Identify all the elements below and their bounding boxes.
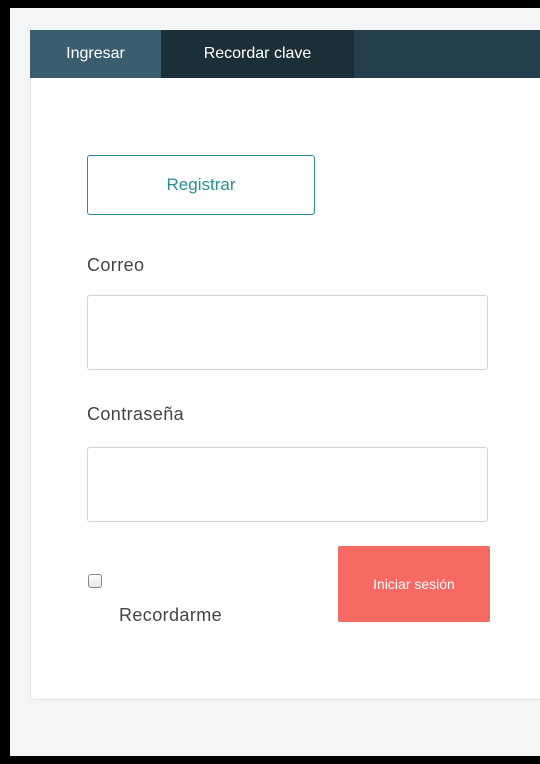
register-button[interactable]: Registrar bbox=[87, 155, 315, 215]
email-label: Correo bbox=[87, 255, 145, 275]
login-button[interactable]: Iniciar sesión bbox=[338, 546, 490, 622]
tab-bar: Ingresar Recordar clave bbox=[30, 30, 540, 78]
remember-checkbox[interactable] bbox=[88, 574, 102, 588]
tab-ingresar[interactable]: Ingresar bbox=[30, 30, 161, 78]
page-frame: Ingresar Recordar clave Registrar Correo… bbox=[10, 8, 540, 756]
tab-recordar-clave[interactable]: Recordar clave bbox=[161, 30, 354, 78]
password-label: Contraseña bbox=[87, 404, 185, 424]
remember-label: Recordarme bbox=[119, 605, 223, 625]
login-panel: Registrar Correo Contraseña Recordarme I… bbox=[30, 78, 540, 700]
password-field[interactable] bbox=[87, 447, 488, 522]
email-field[interactable] bbox=[87, 295, 488, 370]
